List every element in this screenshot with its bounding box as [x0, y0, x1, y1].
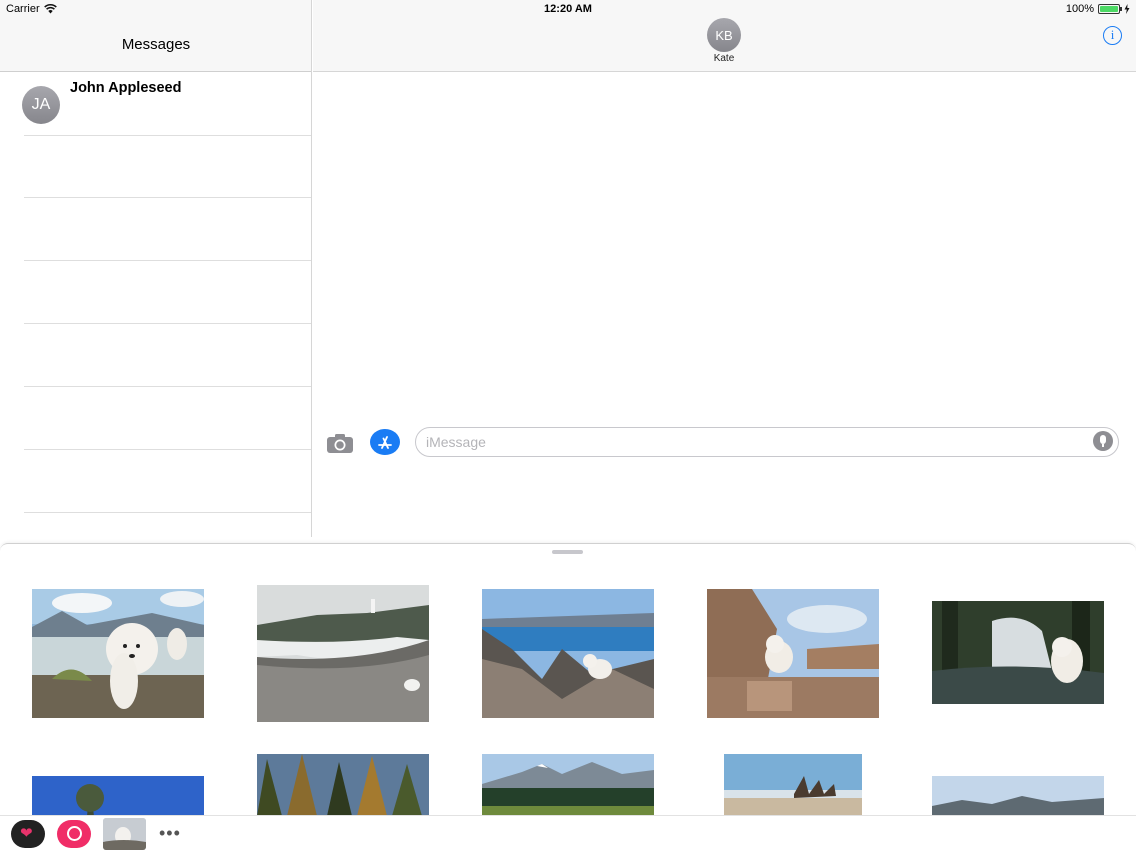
- info-button[interactable]: i: [1103, 26, 1122, 45]
- app-strip: •••: [0, 815, 1136, 852]
- photo-drawer: [0, 543, 1136, 815]
- camera-icon[interactable]: [326, 432, 354, 454]
- empty-row: [24, 450, 311, 513]
- photo-thumbnail[interactable]: [707, 589, 879, 718]
- photo-thumbnail[interactable]: [932, 601, 1104, 704]
- contact-avatar[interactable]: KB: [707, 18, 741, 52]
- photo-thumbnail[interactable]: [257, 754, 429, 815]
- info-icon: i: [1110, 27, 1115, 42]
- empty-row: [24, 324, 311, 387]
- battery-icon: [1098, 4, 1122, 14]
- conversation-row[interactable]: JA John Appleseed: [0, 72, 311, 136]
- avatar: JA: [22, 86, 60, 124]
- drawer-grabber[interactable]: [552, 550, 583, 554]
- photo-thumbnail[interactable]: [482, 754, 654, 815]
- microphone-icon[interactable]: [1093, 431, 1113, 451]
- conversation-pane: KB Kate i iMessage: [313, 0, 1136, 537]
- photo-thumbnail[interactable]: [724, 754, 862, 815]
- empty-row: [24, 261, 311, 324]
- conversation-name: John Appleseed: [70, 80, 182, 96]
- empty-row: [24, 198, 311, 261]
- photo-thumbnail[interactable]: [32, 776, 204, 815]
- photo-app-icon[interactable]: [103, 818, 146, 850]
- ipad-screen: Carrier 12:20 AM 100% Messages JA John A…: [0, 0, 1136, 852]
- conversation-list-pane: Messages JA John Appleseed: [0, 0, 312, 537]
- status-time: 12:20 AM: [544, 3, 592, 15]
- page-title: Messages: [121, 36, 191, 53]
- search-gif-icon[interactable]: [57, 820, 91, 848]
- photo-thumbnail[interactable]: [932, 776, 1104, 815]
- photo-thumbnail[interactable]: [32, 589, 204, 718]
- empty-row: [24, 135, 311, 198]
- contact-name[interactable]: Kate: [674, 53, 774, 64]
- app-store-button[interactable]: [370, 429, 400, 455]
- message-input[interactable]: iMessage: [415, 427, 1119, 457]
- app-store-icon: [378, 436, 392, 449]
- heart-sticker-icon[interactable]: [11, 820, 45, 848]
- photo-thumbnail[interactable]: [482, 589, 654, 718]
- charging-icon: [1124, 4, 1130, 14]
- battery-indicator: 100%: [1066, 3, 1130, 15]
- more-icon[interactable]: •••: [159, 824, 181, 852]
- photo-thumbnail[interactable]: [257, 585, 429, 722]
- status-bar: Carrier 12:20 AM 100%: [0, 0, 1136, 18]
- battery-percent: 100%: [1065, 3, 1094, 15]
- empty-row: [24, 387, 311, 450]
- compose-bar: iMessage: [313, 427, 1136, 459]
